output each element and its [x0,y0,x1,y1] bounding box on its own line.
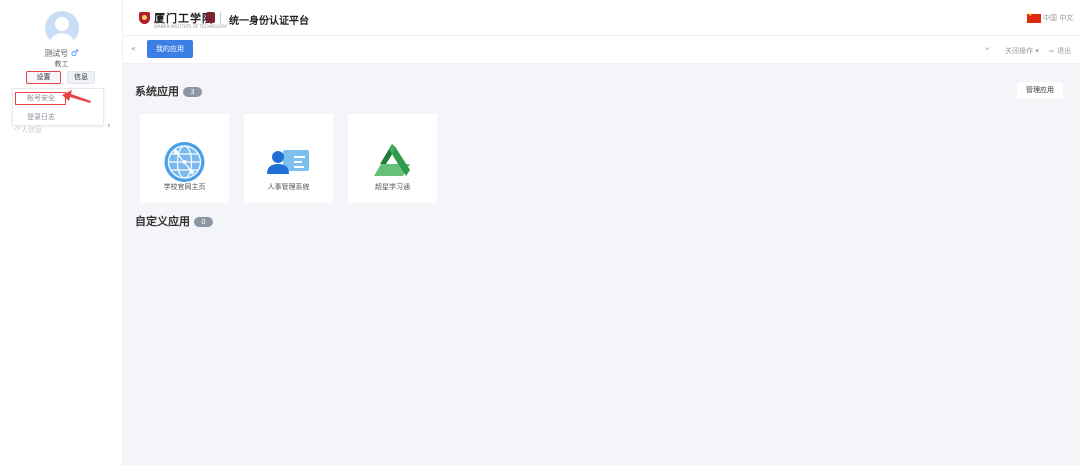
avatar-body-shape [49,33,75,45]
sidebar: 测试号 ♂ 教工 设置 信息 帐号安全 登录日志 个人信息 ‹ [0,0,123,465]
user-name: 测试号 ♂ [0,48,123,59]
school-badge-icon [206,12,215,23]
header-divider [220,12,221,24]
user-role: 教工 [54,60,69,68]
manage-apps-button[interactable]: 管理应用 [1017,82,1063,99]
school-emblem-icon[interactable] [139,12,150,24]
main-content: 系统应用 3 管理应用 学校官网主页 人事管理系统 超星学习通 自定义应用 0 [123,64,1080,465]
avatar-head-shape [55,17,69,31]
annotation-arrow-icon [62,90,91,103]
sidebar-collapse-icon[interactable]: ‹ [107,121,111,131]
avatar[interactable] [45,11,79,45]
menu-item-login-log[interactable]: 登录日志 [13,111,103,123]
language-selector[interactable]: 中国 中文 [1043,13,1073,23]
gender-male-icon: ♂ [70,49,79,59]
system-apps-heading: 系统应用 3 [135,83,202,99]
app-card-chaoxing[interactable]: 超星学习通 [348,114,437,203]
app-card-school-website[interactable]: 学校官网主页 [140,114,229,203]
custom-apps-heading: 自定义应用 0 [135,213,213,229]
top-header: 厦门工学院 XIAMEN INSTITUTE OF TECHNOLOGY 统一身… [123,0,1080,36]
app-card-label: 超星学习通 [375,183,410,191]
app-title: 统一身份认证平台 [229,16,309,27]
user-name-text: 测试号 [44,49,69,58]
system-apps-count-badge: 3 [183,87,202,97]
sidebar-hidden-item: 个人信息 [14,126,42,134]
app-card-label: 人事管理系统 [267,183,310,191]
personnel-card-icon [267,150,309,174]
info-tab-button[interactable]: 信息 [67,71,95,84]
globe-icon [164,142,205,182]
custom-apps-count-badge: 0 [194,217,213,227]
logout-button[interactable]: ⇨ 退出 [1049,46,1071,56]
menu-item-account-security-label: 帐号安全 [27,94,55,102]
tab-my-apps[interactable]: 我的应用 [147,40,193,58]
app-card-personnel-system[interactable]: 人事管理系统 [244,114,333,203]
school-name-en: XIAMEN INSTITUTE OF TECHNOLOGY [154,24,228,29]
page-root: 测试号 ♂ 教工 设置 信息 帐号安全 登录日志 个人信息 ‹ 厦门工学院 XI… [0,0,1080,465]
custom-apps-title: 自定义应用 [135,215,190,228]
system-apps-title: 系统应用 [135,85,179,98]
china-flag-icon[interactable] [1027,12,1041,23]
chaoxing-logo-icon [374,144,410,176]
tab-scroll-left-icon[interactable]: « [131,44,136,53]
tab-bar: « 我的应用 » 关闭操作 ▾ ⇨ 退出 [123,36,1080,64]
app-card-label: 学校官网主页 [163,183,206,191]
settings-tab-button[interactable]: 设置 [26,71,61,84]
close-operations-dropdown[interactable]: 关闭操作 ▾ [1005,46,1039,56]
tab-scroll-right-icon[interactable]: » [985,45,989,53]
